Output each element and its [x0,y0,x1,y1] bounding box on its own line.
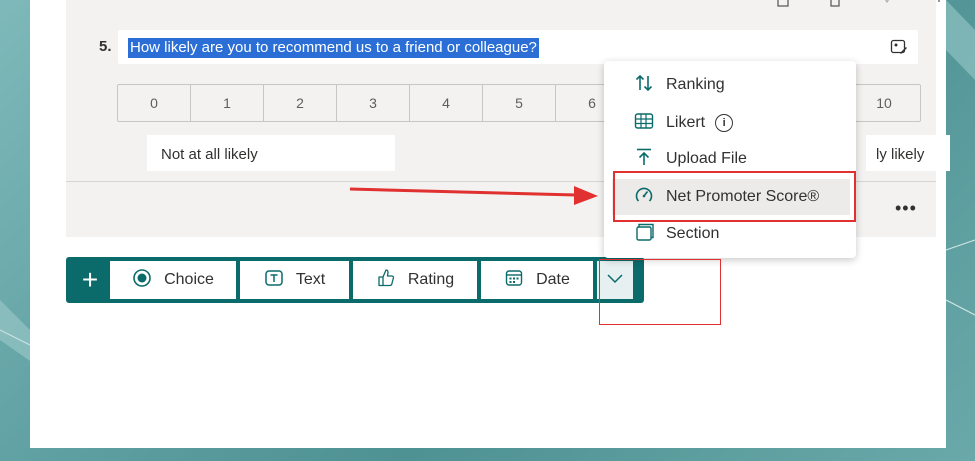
question-type-menu: Ranking Likert i Upload File Net Promote… [604,61,856,258]
text-icon [264,268,284,293]
choice-label: Choice [164,271,214,288]
scale-option-4[interactable]: 4 [410,85,483,121]
rating-button[interactable]: Rating [353,261,477,299]
question-title-text: How likely are you to recommend us to a … [128,38,539,58]
more-options-button[interactable]: ••• [895,198,917,219]
scale-option-10[interactable]: 10 [848,85,920,121]
menu-item-label: Upload File [666,150,747,167]
question-number: 5. [99,38,112,55]
menu-item-ranking[interactable]: Ranking [612,67,850,103]
edit-image-icon[interactable] [890,38,908,56]
date-label: Date [536,271,570,288]
info-icon[interactable]: i [715,114,734,132]
scale-option-2[interactable]: 2 [264,85,337,121]
highlight-box-nps [613,171,856,222]
high-label-field[interactable]: ly likely [866,135,950,171]
add-question-button[interactable]: + [70,261,110,299]
text-label: Text [295,271,326,288]
highlight-box-more-button [599,259,721,325]
annotation-arrow [349,186,598,205]
section-icon [634,222,666,247]
copy-icon[interactable] [776,0,790,8]
text-button[interactable]: Text [240,261,349,299]
question-title-field[interactable]: How likely are you to recommend us to a … [118,30,918,64]
rating-label: Rating [407,271,455,288]
thumbs-up-icon [376,268,396,293]
scale-option-0[interactable]: 0 [118,85,191,121]
scale-option-5[interactable]: 5 [483,85,556,121]
delete-icon[interactable] [828,0,842,8]
menu-item-label: Likert [666,114,706,131]
calendar-icon [504,268,524,293]
ranking-icon [634,73,666,98]
scale-option-3[interactable]: 3 [337,85,410,121]
menu-item-label: Ranking [666,76,725,93]
upload-icon [634,147,666,172]
menu-item-likert[interactable]: Likert i [612,105,850,141]
menu-item-label: Section [666,225,720,242]
radio-icon [132,268,152,293]
choice-button[interactable]: Choice [110,261,236,299]
date-button[interactable]: Date [481,261,593,299]
likert-icon [634,111,666,136]
add-question-toolbar: + Choice Text Rating Date [66,257,644,303]
question-toolbar [776,0,946,8]
move-up-icon[interactable] [932,0,946,8]
move-down-icon[interactable] [880,0,894,8]
low-label-field[interactable]: Not at all likely [147,135,395,171]
scale-option-1[interactable]: 1 [191,85,264,121]
